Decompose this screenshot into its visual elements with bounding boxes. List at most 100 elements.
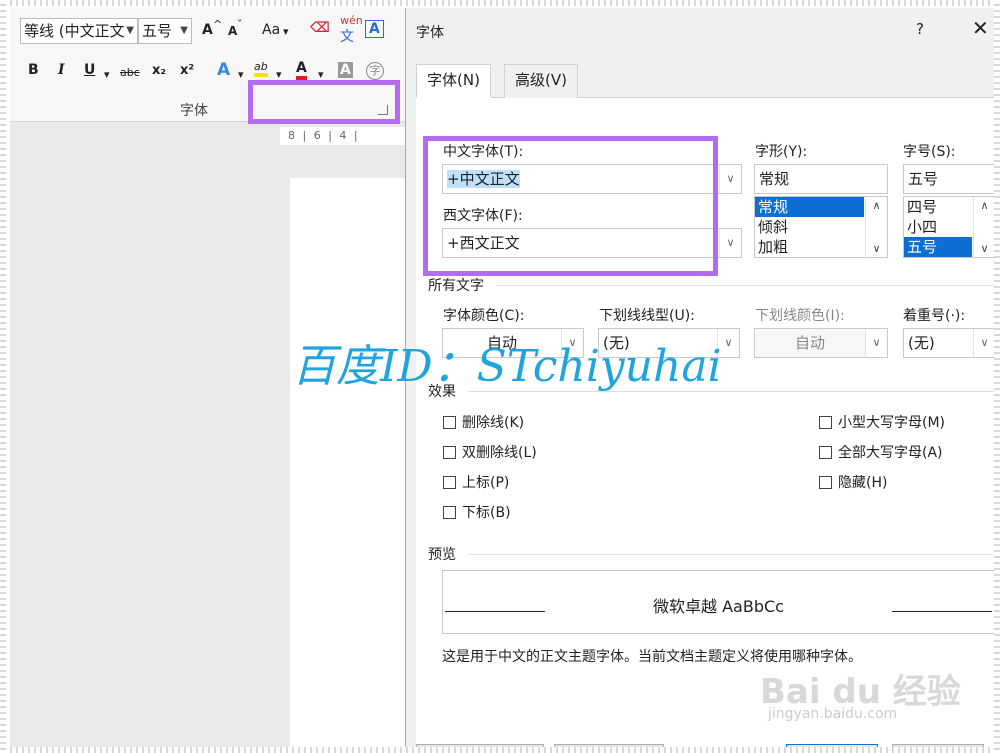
font-size-list[interactable]: 四号 小四 五号 ∧ ∨ [903,196,995,258]
font-group-label: 字体 [180,103,208,119]
enclose-characters-button[interactable]: 字 [366,62,384,80]
phonetic-guide-button[interactable]: 文 [340,26,354,46]
subscript-checkbox[interactable]: 下标(B) [443,502,511,522]
torn-edge-top [0,0,1000,6]
torn-edge-bottom [0,747,1000,753]
checkbox-label: 上标(P) [462,475,510,491]
shrink-font-button[interactable]: A [228,24,237,38]
small-caps-checkbox[interactable]: 小型大写字母(M) [819,412,945,432]
preview-box: 微软卓越 AaBbCc [442,570,995,634]
hidden-checkbox[interactable]: 隐藏(H) [819,472,887,492]
ruler: 8 | 6 | 4 | [280,127,408,145]
font-size-value: 五号 [142,22,173,40]
preview-heading: 预览 [428,547,456,563]
superscript-button[interactable]: x² [180,63,194,78]
torn-edge-right [994,0,1000,753]
all-text-heading: 所有文字 [428,278,484,294]
grow-font-button[interactable]: A [202,22,213,38]
chevron-up-icon: ∧ [980,199,989,212]
highlight-box-launcher [248,80,400,124]
checkbox-label: 全部大写字母(A) [838,445,943,461]
emphasis-mark-value: (无) [908,334,935,352]
chevron-down-icon: ▼ [126,25,134,36]
list-item[interactable]: 五号 [904,237,972,257]
torn-edge-left [0,0,6,753]
chevron-down-icon: ∨ [980,242,989,255]
strikethrough-checkbox[interactable]: 删除线(K) [443,412,524,432]
help-button[interactable]: ? [916,20,924,38]
character-shading-button[interactable]: A [338,62,353,78]
author-watermark: 百度ID：STchiyuhai [292,341,722,392]
chevron-down-icon: ∨ [719,165,741,193]
font-name-value: 等线 (中文正文 [24,22,125,40]
tab-advanced[interactable]: 高级(V) [504,64,578,98]
checkbox-box [819,446,832,459]
chevron-down-icon: ∨ [872,242,881,255]
font-name-combo[interactable]: 等线 (中文正文 ▼ [20,18,138,44]
checkbox-box [443,446,456,459]
chevron-down-icon: ∨ [973,329,995,357]
font-style-label: 字形(Y): [755,144,808,160]
checkbox-box [819,476,832,489]
italic-button[interactable]: I [58,62,65,78]
document-page[interactable] [290,178,408,747]
highlight-box-fonts [423,136,718,276]
subscript-button[interactable]: x₂ [152,63,166,78]
emphasis-mark-select[interactable]: (无) ∨ [903,328,995,358]
dialog-tabs: 字体(N) 高级(V) [416,64,995,98]
checkbox-box [443,506,456,519]
checkbox-box [443,476,456,489]
shrink-arrow-icon: ˇ [237,18,243,31]
character-border-button[interactable]: A [365,20,384,38]
divider [496,285,995,286]
underline-color-label: 下划线颜色(I): [755,308,845,324]
text-effects-button[interactable]: A [217,60,230,80]
bold-button[interactable]: B [28,62,39,78]
clear-formatting-icon[interactable]: ⌫ [310,20,330,36]
font-style-input[interactable]: 常规 [754,164,888,194]
close-button[interactable]: ✕ [972,18,989,38]
double-strikethrough-checkbox[interactable]: 双删除线(L) [443,442,537,462]
font-style-list[interactable]: 常规 倾斜 加粗 ∧ ∨ [754,196,888,258]
checkbox-box [443,416,456,429]
preview-underline-right [892,611,992,612]
checkbox-label: 下标(B) [462,505,511,521]
scrollbar[interactable]: ∧ ∨ [973,197,995,257]
font-size-combo[interactable]: 五号 ▼ [138,18,192,44]
chevron-down-icon: ∨ [865,329,887,357]
checkbox-label: 隐藏(H) [838,475,888,491]
font-size-label: 字号(S): [903,144,956,160]
tab-font[interactable]: 字体(N) [416,64,491,98]
baidu-jingyan-url: jingyan.baidu.com [768,706,898,722]
chevron-down-icon: ▾ [283,25,289,38]
strikethrough-button[interactable]: abc [120,66,140,79]
grow-arrow-icon: ^ [213,18,223,31]
preview-text: 微软卓越 AaBbCc [653,597,784,616]
checkbox-label: 删除线(K) [462,415,525,431]
chevron-down-icon: ▼ [180,25,188,36]
dialog-title: 字体 [416,25,444,41]
scrollbar[interactable]: ∧ ∨ [865,197,887,257]
checkbox-box [819,416,832,429]
underline-button[interactable]: U [84,62,95,78]
emphasis-mark-label: 着重号(·): [903,308,966,324]
chevron-down-icon: ▾ [104,68,110,81]
checkbox-label: 小型大写字母(M) [838,415,946,431]
chevron-down-icon: ∨ [719,229,741,257]
highlight-button[interactable]: ab [254,60,268,77]
underline-style-label: 下划线线型(U): [599,308,695,324]
underline-color-value: 自动 [794,334,825,352]
checkbox-label: 双删除线(L) [462,445,537,461]
font-color-label: 字体颜色(C): [443,308,525,324]
font-size-input[interactable]: 五号 [903,164,995,194]
chevron-down-icon: ▾ [238,68,244,81]
font-description: 这是用于中文的正文主题字体。当前文档主题定义将使用哪种字体。 [442,649,862,665]
font-color-button[interactable]: A [296,60,307,80]
divider [468,554,995,555]
change-case-button[interactable]: Aa [262,22,280,38]
list-item[interactable]: 常规 [755,197,864,217]
superscript-checkbox[interactable]: 上标(P) [443,472,509,492]
chevron-up-icon: ∧ [872,199,881,212]
all-caps-checkbox[interactable]: 全部大写字母(A) [819,442,943,462]
underline-color-select[interactable]: 自动 ∨ [754,328,888,358]
